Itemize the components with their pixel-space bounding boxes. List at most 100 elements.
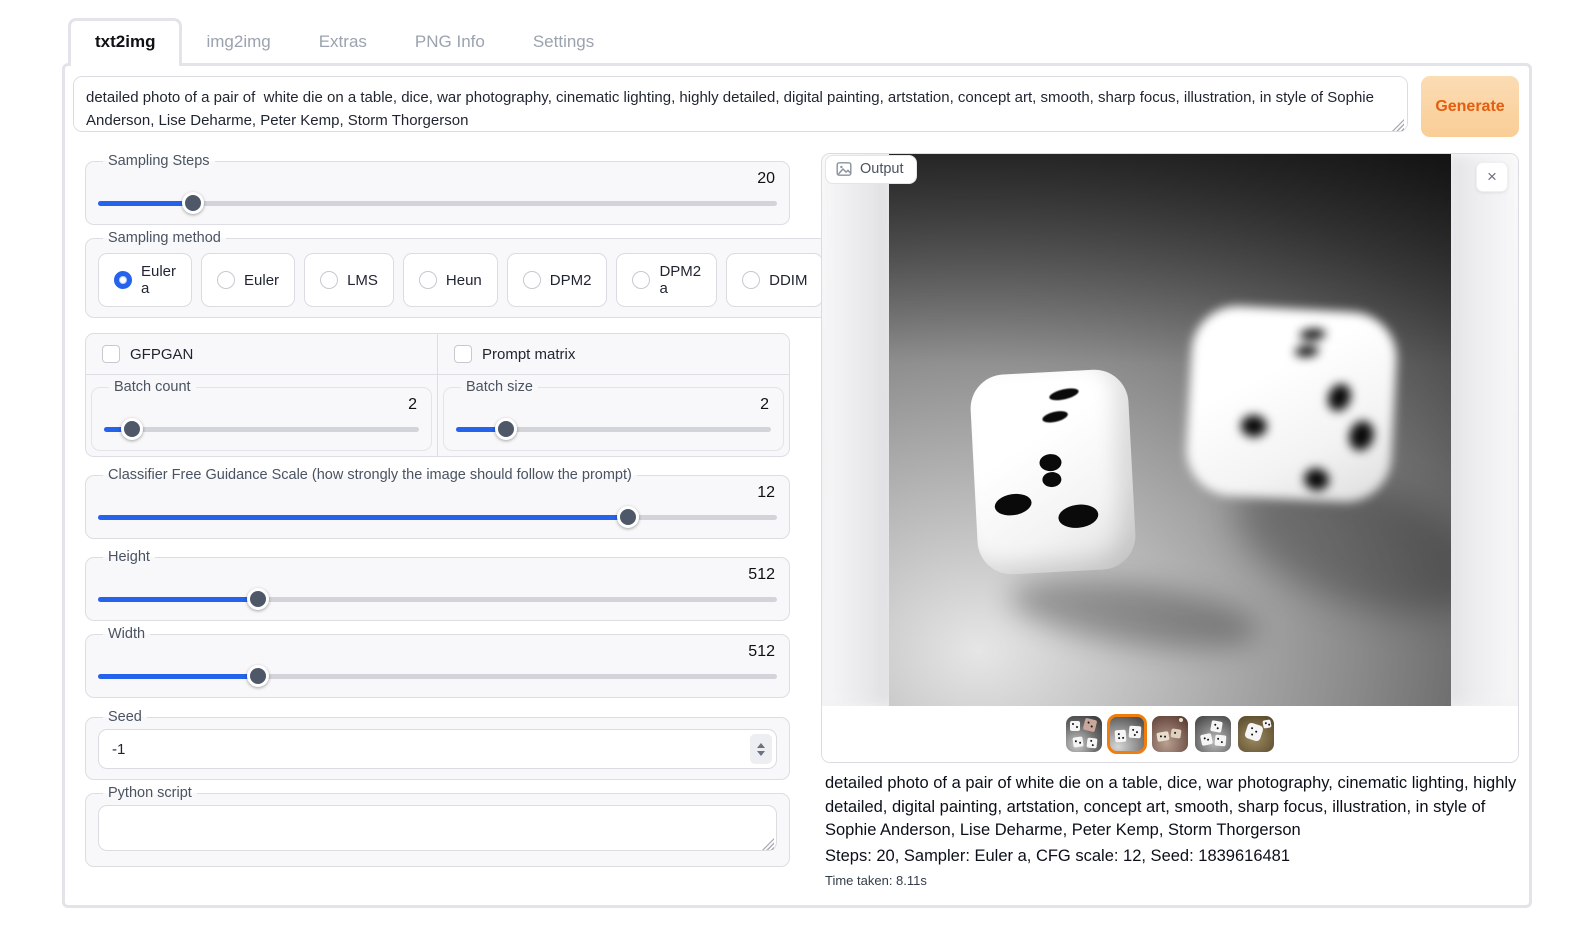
tab-extras[interactable]: Extras	[295, 21, 391, 63]
cfg-scale-slider[interactable]	[98, 506, 777, 528]
die-right	[1184, 304, 1399, 504]
output-image-area	[822, 154, 1518, 706]
batch-count-slider-handle[interactable]	[121, 418, 143, 440]
height-slider[interactable]	[98, 588, 777, 610]
python-script-input[interactable]	[98, 805, 777, 851]
radio-label: Euler a	[141, 263, 176, 297]
output-badge-label: Output	[860, 161, 904, 177]
batch-count-value: 2	[104, 396, 419, 418]
height-slider-handle[interactable]	[247, 588, 269, 610]
gfpgan-checkbox[interactable]: GFPGAN	[86, 334, 437, 375]
checkbox-icon	[102, 345, 120, 363]
sampling-steps-value: 20	[98, 170, 777, 192]
tab-bar: txt2img img2img Extras PNG Info Settings	[62, 15, 1532, 63]
output-badge: Output	[825, 155, 917, 184]
generated-image[interactable]	[889, 154, 1451, 706]
radio-euler[interactable]: Euler	[201, 253, 295, 307]
tab-img2img[interactable]: img2img	[182, 21, 294, 63]
sampling-steps-slider-handle[interactable]	[182, 192, 204, 214]
checkbox-icon	[454, 345, 472, 363]
height-label: Height	[103, 549, 155, 565]
cfg-scale-group: Classifier Free Guidance Scale (how stro…	[85, 467, 790, 539]
radio-dot-icon	[742, 271, 760, 289]
width-slider-handle[interactable]	[247, 665, 269, 687]
batch-size-label: Batch size	[461, 379, 538, 395]
batch-count-slider[interactable]	[104, 418, 419, 440]
seed-label: Seed	[103, 709, 147, 725]
height-value: 512	[98, 566, 777, 588]
app-window: txt2img img2img Extras PNG Info Settings…	[62, 15, 1532, 908]
caption-parameters: Steps: 20, Sampler: Euler a, CFG scale: …	[825, 845, 1519, 869]
blurred-edge-right	[1448, 154, 1518, 706]
radio-label: LMS	[347, 272, 378, 289]
thumbnail-2-selected[interactable]	[1109, 716, 1145, 752]
generate-button[interactable]: Generate	[1421, 76, 1519, 137]
txt2img-panel: detailed photo of a pair of white die on…	[62, 63, 1532, 908]
radio-label: DPM2	[550, 272, 592, 289]
python-script-label: Python script	[103, 785, 197, 801]
image-icon	[836, 161, 852, 177]
radio-dot-icon	[419, 271, 437, 289]
width-slider[interactable]	[98, 665, 777, 687]
thumbnail-strip	[822, 706, 1518, 762]
batch-count-group: Batch count 2	[91, 379, 432, 451]
width-value: 512	[98, 643, 777, 665]
batch-size-value: 2	[456, 396, 771, 418]
radio-lms[interactable]: LMS	[304, 253, 394, 307]
radio-dpm2-a[interactable]: DPM2 a	[616, 253, 717, 307]
radio-label: DPM2 a	[659, 263, 701, 297]
sampling-steps-group: Sampling Steps 20	[85, 153, 790, 225]
seed-input[interactable]	[98, 729, 777, 769]
cfg-scale-slider-handle[interactable]	[617, 506, 639, 528]
prompt-input[interactable]: detailed photo of a pair of white die on…	[73, 76, 1408, 132]
width-label: Width	[103, 626, 150, 642]
batch-options-panel: GFPGAN Batch count 2	[85, 333, 790, 457]
close-button[interactable]: ×	[1476, 162, 1508, 192]
thumbnail-5[interactable]	[1238, 716, 1274, 752]
radio-heun[interactable]: Heun	[403, 253, 498, 307]
output-gallery: Output ×	[821, 153, 1519, 763]
radio-dot-icon	[114, 271, 132, 289]
tab-png-info[interactable]: PNG Info	[391, 21, 509, 63]
radio-dot-icon	[320, 271, 338, 289]
radio-dot-icon	[523, 271, 541, 289]
gfpgan-label: GFPGAN	[130, 346, 193, 363]
seed-group: Seed	[85, 709, 790, 780]
tab-txt2img[interactable]: txt2img	[68, 18, 182, 66]
cfg-scale-label: Classifier Free Guidance Scale (how stro…	[103, 467, 637, 483]
thumbnail-1[interactable]	[1066, 716, 1102, 752]
height-group: Height 512	[85, 549, 790, 621]
caption-time-taken: Time taken: 8.11s	[825, 872, 1519, 891]
spinner-down-icon[interactable]	[757, 751, 765, 756]
output-column: Output ×	[821, 153, 1519, 891]
prompt-matrix-label: Prompt matrix	[482, 346, 575, 363]
seed-spinner[interactable]	[750, 734, 772, 764]
cfg-scale-value: 12	[98, 484, 777, 506]
settings-column: Sampling Steps 20 Sampling method Euler …	[85, 153, 790, 891]
batch-size-slider[interactable]	[456, 418, 771, 440]
thumbnail-3[interactable]	[1152, 716, 1188, 752]
sampling-steps-label: Sampling Steps	[103, 153, 215, 169]
batch-count-label: Batch count	[109, 379, 196, 395]
radio-label: DDIM	[769, 272, 807, 289]
sampling-steps-slider[interactable]	[98, 192, 777, 214]
radio-dot-icon	[632, 271, 650, 289]
radio-euler-a[interactable]: Euler a	[98, 253, 192, 307]
batch-size-group: Batch size 2	[443, 379, 784, 451]
generation-info: detailed photo of a pair of white die on…	[821, 772, 1519, 891]
radio-dot-icon	[217, 271, 235, 289]
prompt-row: detailed photo of a pair of white die on…	[73, 74, 1519, 137]
prompt-matrix-checkbox[interactable]: Prompt matrix	[438, 334, 789, 375]
sampling-method-label: Sampling method	[103, 230, 226, 246]
tab-settings[interactable]: Settings	[509, 21, 618, 63]
radio-label: Euler	[244, 272, 279, 289]
die-left	[969, 368, 1137, 576]
batch-size-slider-handle[interactable]	[495, 418, 517, 440]
radio-ddim[interactable]: DDIM	[726, 253, 823, 307]
sampling-method-options: Euler a Euler LMS Heun DPM2 DPM2 a DDIM …	[98, 247, 932, 307]
width-group: Width 512	[85, 626, 790, 698]
radio-dpm2[interactable]: DPM2	[507, 253, 608, 307]
sampling-method-group: Sampling method Euler a Euler LMS Heun D…	[85, 230, 945, 318]
thumbnail-4[interactable]	[1195, 716, 1231, 752]
spinner-up-icon[interactable]	[757, 743, 765, 748]
